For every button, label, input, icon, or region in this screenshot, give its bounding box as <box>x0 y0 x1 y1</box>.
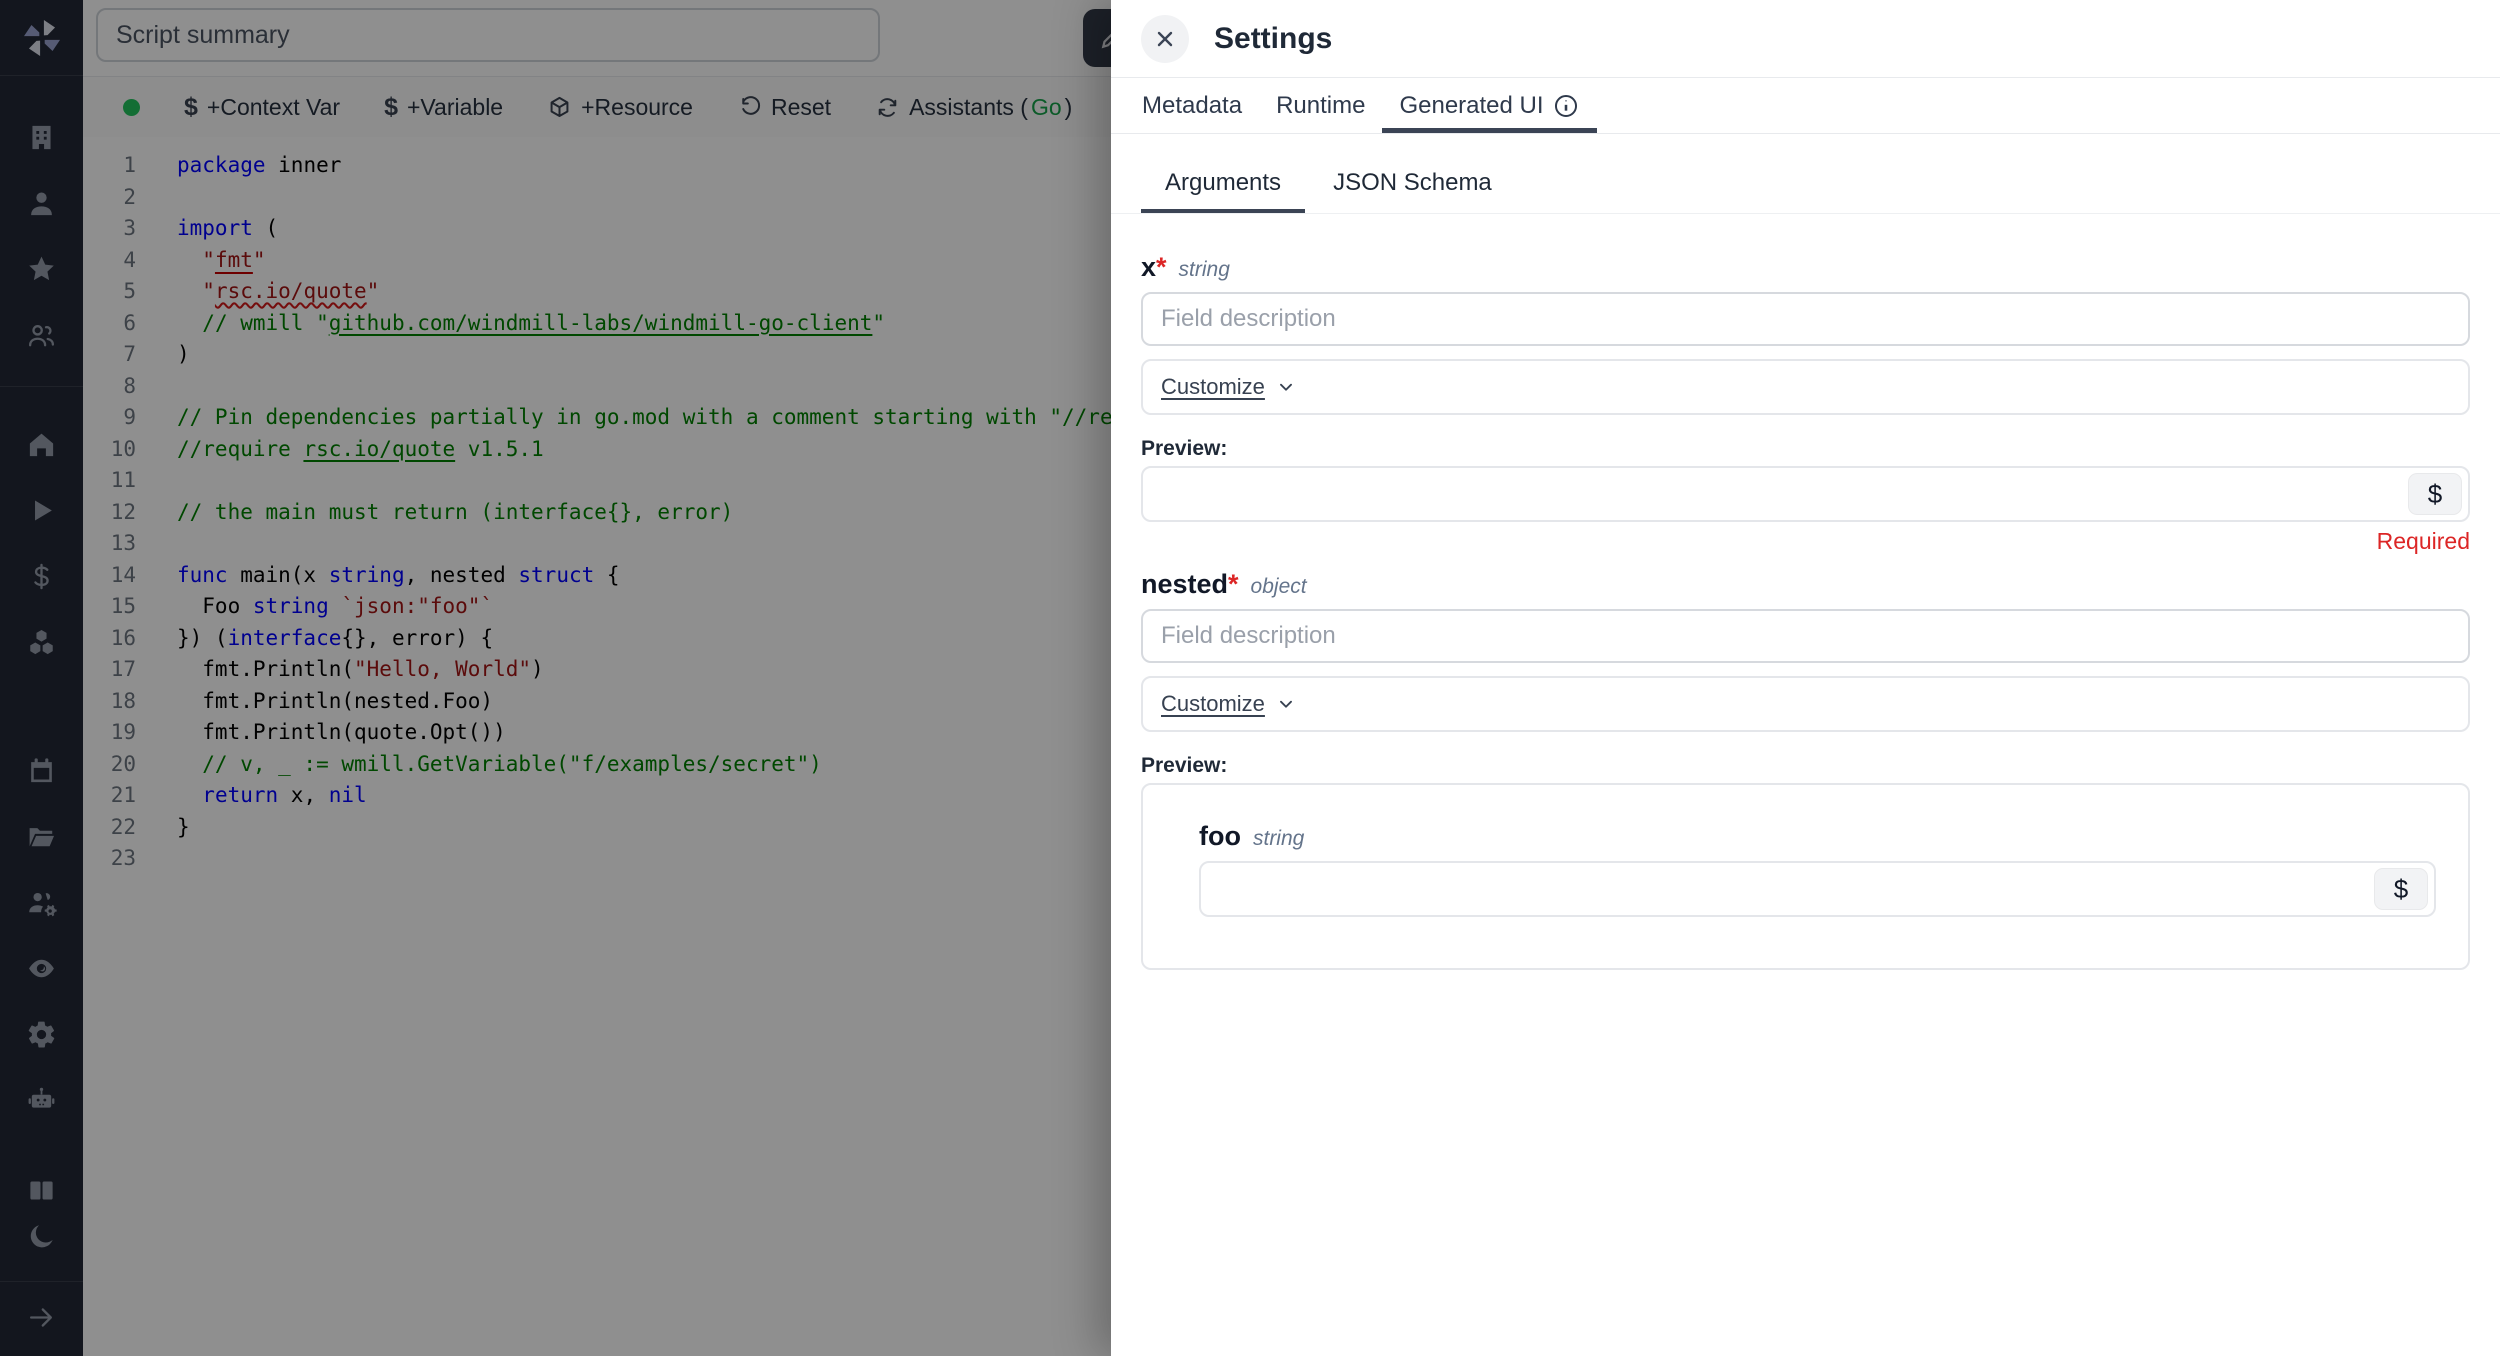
required-star: * <box>1228 569 1239 600</box>
tab-runtime-label: Runtime <box>1276 92 1365 120</box>
chevron-down-icon <box>1275 376 1297 398</box>
close-button[interactable] <box>1141 15 1189 63</box>
field-x-label-row: x* string <box>1141 252 2470 283</box>
preview-label: Preview: <box>1141 437 2470 461</box>
field-nested-customize[interactable]: Customize <box>1141 676 2470 732</box>
drawer-header: Settings <box>1111 0 2500 78</box>
tab-metadata-label: Metadata <box>1142 92 1242 120</box>
field-foo-preview-wrap: $ <box>1199 861 2436 917</box>
tab-runtime[interactable]: Runtime <box>1259 78 1382 133</box>
variable-picker-button[interactable]: $ <box>2374 868 2428 910</box>
field-name: nested <box>1141 569 1228 600</box>
settings-tabs: Metadata Runtime Generated UI <box>1111 78 2500 134</box>
field-type: object <box>1251 575 1307 599</box>
close-icon <box>1153 27 1177 51</box>
field-nested-label-row: nested* object <box>1141 569 2470 600</box>
windmill-script-editor: { "colors": { "sidebar_bg": "#222836", "… <box>0 0 2500 1356</box>
field-x-customize[interactable]: Customize <box>1141 359 2470 415</box>
arguments-content: x* string Customize Preview: $ Required … <box>1111 252 2500 970</box>
field-foo-label-row: foo string <box>1199 821 2468 852</box>
settings-drawer: Settings Metadata Runtime Generated UI A… <box>1111 0 2500 1356</box>
field-x-description-input[interactable] <box>1141 292 2470 346</box>
tab-generated-ui[interactable]: Generated UI <box>1382 78 1596 133</box>
field-x-preview-input[interactable] <box>1143 468 2468 520</box>
customize-link[interactable]: Customize <box>1161 374 1265 400</box>
field-name: foo <box>1199 821 1241 852</box>
preview-label: Preview: <box>1141 754 2470 778</box>
required-message: Required <box>1141 528 2470 555</box>
tab-generated-ui-label: Generated UI <box>1399 92 1543 120</box>
field-nested-description-input[interactable] <box>1141 609 2470 663</box>
customize-link[interactable]: Customize <box>1161 691 1265 717</box>
drawer-title: Settings <box>1214 22 1332 56</box>
field-x-preview-wrap: $ <box>1141 466 2470 522</box>
field-type: string <box>1179 258 1230 282</box>
field-foo-input-wrap: $ <box>1199 861 2436 917</box>
field-type: string <box>1253 827 1304 851</box>
variable-picker-button[interactable]: $ <box>2408 473 2462 515</box>
field-foo-preview-input[interactable] <box>1201 863 2434 915</box>
nested-preview-box: foo string $ <box>1141 783 2470 970</box>
subtab-json-schema[interactable]: JSON Schema <box>1309 169 1516 213</box>
generated-ui-subtabs: Arguments JSON Schema <box>1111 134 2500 214</box>
tab-metadata[interactable]: Metadata <box>1125 78 1259 133</box>
subtab-arguments[interactable]: Arguments <box>1141 169 1305 213</box>
info-icon <box>1552 92 1580 120</box>
chevron-down-icon <box>1275 693 1297 715</box>
field-name: x <box>1141 252 1156 283</box>
required-star: * <box>1156 252 1167 283</box>
